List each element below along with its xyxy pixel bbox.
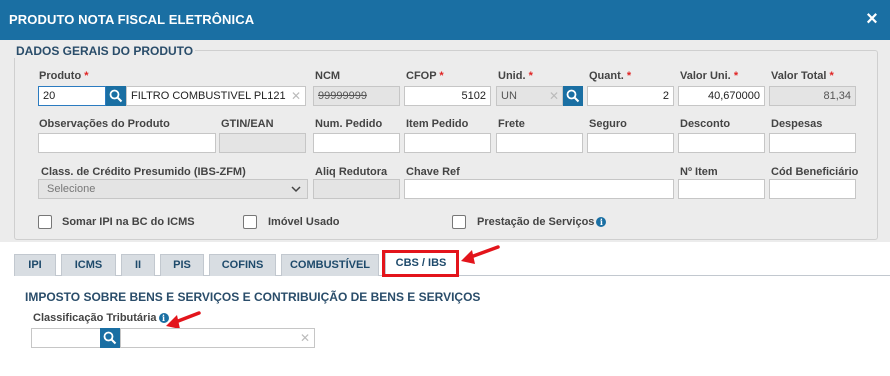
info-icon[interactable]: i [596, 217, 607, 227]
quant-label: Quant. * [589, 70, 632, 82]
desconto-input[interactable] [678, 133, 765, 153]
unid-search-button[interactable] [563, 86, 583, 106]
search-icon [566, 89, 580, 103]
ncm-label: NCM [315, 70, 341, 82]
close-icon[interactable]: × [862, 8, 882, 30]
seguro-label: Seguro [589, 118, 627, 130]
produto-search-button[interactable] [106, 86, 126, 106]
num-pedido-label: Num. Pedido [315, 118, 383, 130]
prestacao-servicos-label: Prestação de Serviços i [477, 216, 607, 228]
clear-icon[interactable]: ✕ [300, 331, 310, 345]
tab-pis[interactable]: PIS [160, 254, 204, 276]
somar-ipi-checkbox[interactable] [38, 215, 52, 229]
chevron-down-icon [291, 186, 301, 193]
despesas-input[interactable] [769, 133, 856, 153]
classificacao-label: Classificação Tributária i [33, 312, 169, 324]
imovel-usado-label: Imóvel Usado [268, 216, 340, 228]
desconto-label: Desconto [680, 118, 731, 130]
aliq-redutora-input [313, 179, 400, 199]
n-item-label: Nº Item [680, 166, 718, 178]
chave-ref-label: Chave Ref [406, 166, 460, 178]
tab-combustivel[interactable]: COMBUSTÍVEL [281, 254, 379, 276]
cod-beneficiario-label: Cód Beneficiário [771, 166, 859, 178]
gtin-input [219, 133, 306, 153]
general-legend: DADOS GERAIS DO PRODUTO [14, 44, 196, 58]
highlight-box [382, 250, 459, 277]
somar-ipi-label: Somar IPI na BC do ICMS [62, 216, 195, 228]
valor-total-label: Valor Total * [771, 70, 834, 82]
tab-icms[interactable]: ICMS [61, 254, 116, 276]
class-credito-label: Class. de Crédito Presumido (IBS-ZFM) [41, 166, 246, 178]
prestacao-servicos-checkbox[interactable] [452, 215, 466, 229]
produto-label: Produto * [39, 70, 89, 82]
frete-input[interactable] [496, 133, 583, 153]
search-icon [109, 89, 123, 103]
class-credito-selected: Selecione [47, 183, 96, 195]
cfop-label: CFOP * [406, 70, 444, 82]
produto-description-input[interactable]: FILTRO COMBUSTIVEL PL121 [126, 86, 306, 106]
clear-icon[interactable]: ✕ [291, 89, 301, 103]
search-icon [103, 331, 117, 345]
valor-uni-label: Valor Uni. * [680, 70, 739, 82]
item-pedido-input[interactable] [404, 133, 491, 153]
tab-ipi[interactable]: IPI [14, 254, 56, 276]
arrow-annotation-icon [461, 245, 500, 264]
gtin-label: GTIN/EAN [221, 118, 274, 130]
chave-ref-input[interactable] [404, 179, 674, 199]
cfop-input[interactable]: 5102 [404, 86, 491, 106]
modal-header: PRODUTO NOTA FISCAL ELETRÔNICA × [0, 0, 890, 40]
produto-code-input[interactable]: 20 [38, 86, 106, 106]
classificacao-search-button[interactable] [100, 328, 120, 348]
observacoes-input[interactable] [38, 133, 216, 153]
class-credito-select[interactable]: Selecione [38, 179, 308, 199]
quant-input[interactable]: 2 [587, 86, 674, 106]
classificacao-desc-input[interactable] [120, 328, 315, 348]
tab-ii[interactable]: II [121, 254, 155, 276]
modal-title: PRODUTO NOTA FISCAL ELETRÔNICA [9, 12, 255, 27]
unid-label: Unid. * [498, 70, 533, 82]
aliq-redutora-label: Aliq Redutora [315, 166, 388, 178]
valor-total-input: 81,34 [769, 86, 856, 106]
seguro-input[interactable] [587, 133, 674, 153]
imovel-usado-checkbox[interactable] [243, 215, 257, 229]
valor-uni-input[interactable]: 40,670000 [678, 86, 765, 106]
ncm-input[interactable]: 99999999 [313, 86, 400, 106]
cod-beneficiario-input[interactable] [769, 179, 856, 199]
tab-cofins[interactable]: COFINS [209, 254, 276, 276]
clear-icon[interactable]: ✕ [549, 89, 559, 103]
classificacao-code-input[interactable] [31, 328, 101, 348]
observacoes-label: Observações do Produto [39, 118, 170, 130]
frete-label: Frete [498, 118, 525, 130]
despesas-label: Despesas [771, 118, 823, 130]
n-item-input[interactable] [678, 179, 765, 199]
item-pedido-label: Item Pedido [406, 118, 469, 130]
section-title: IMPOSTO SOBRE BENS E SERVIÇOS E CONTRIBU… [25, 290, 481, 304]
num-pedido-input[interactable] [313, 133, 400, 153]
